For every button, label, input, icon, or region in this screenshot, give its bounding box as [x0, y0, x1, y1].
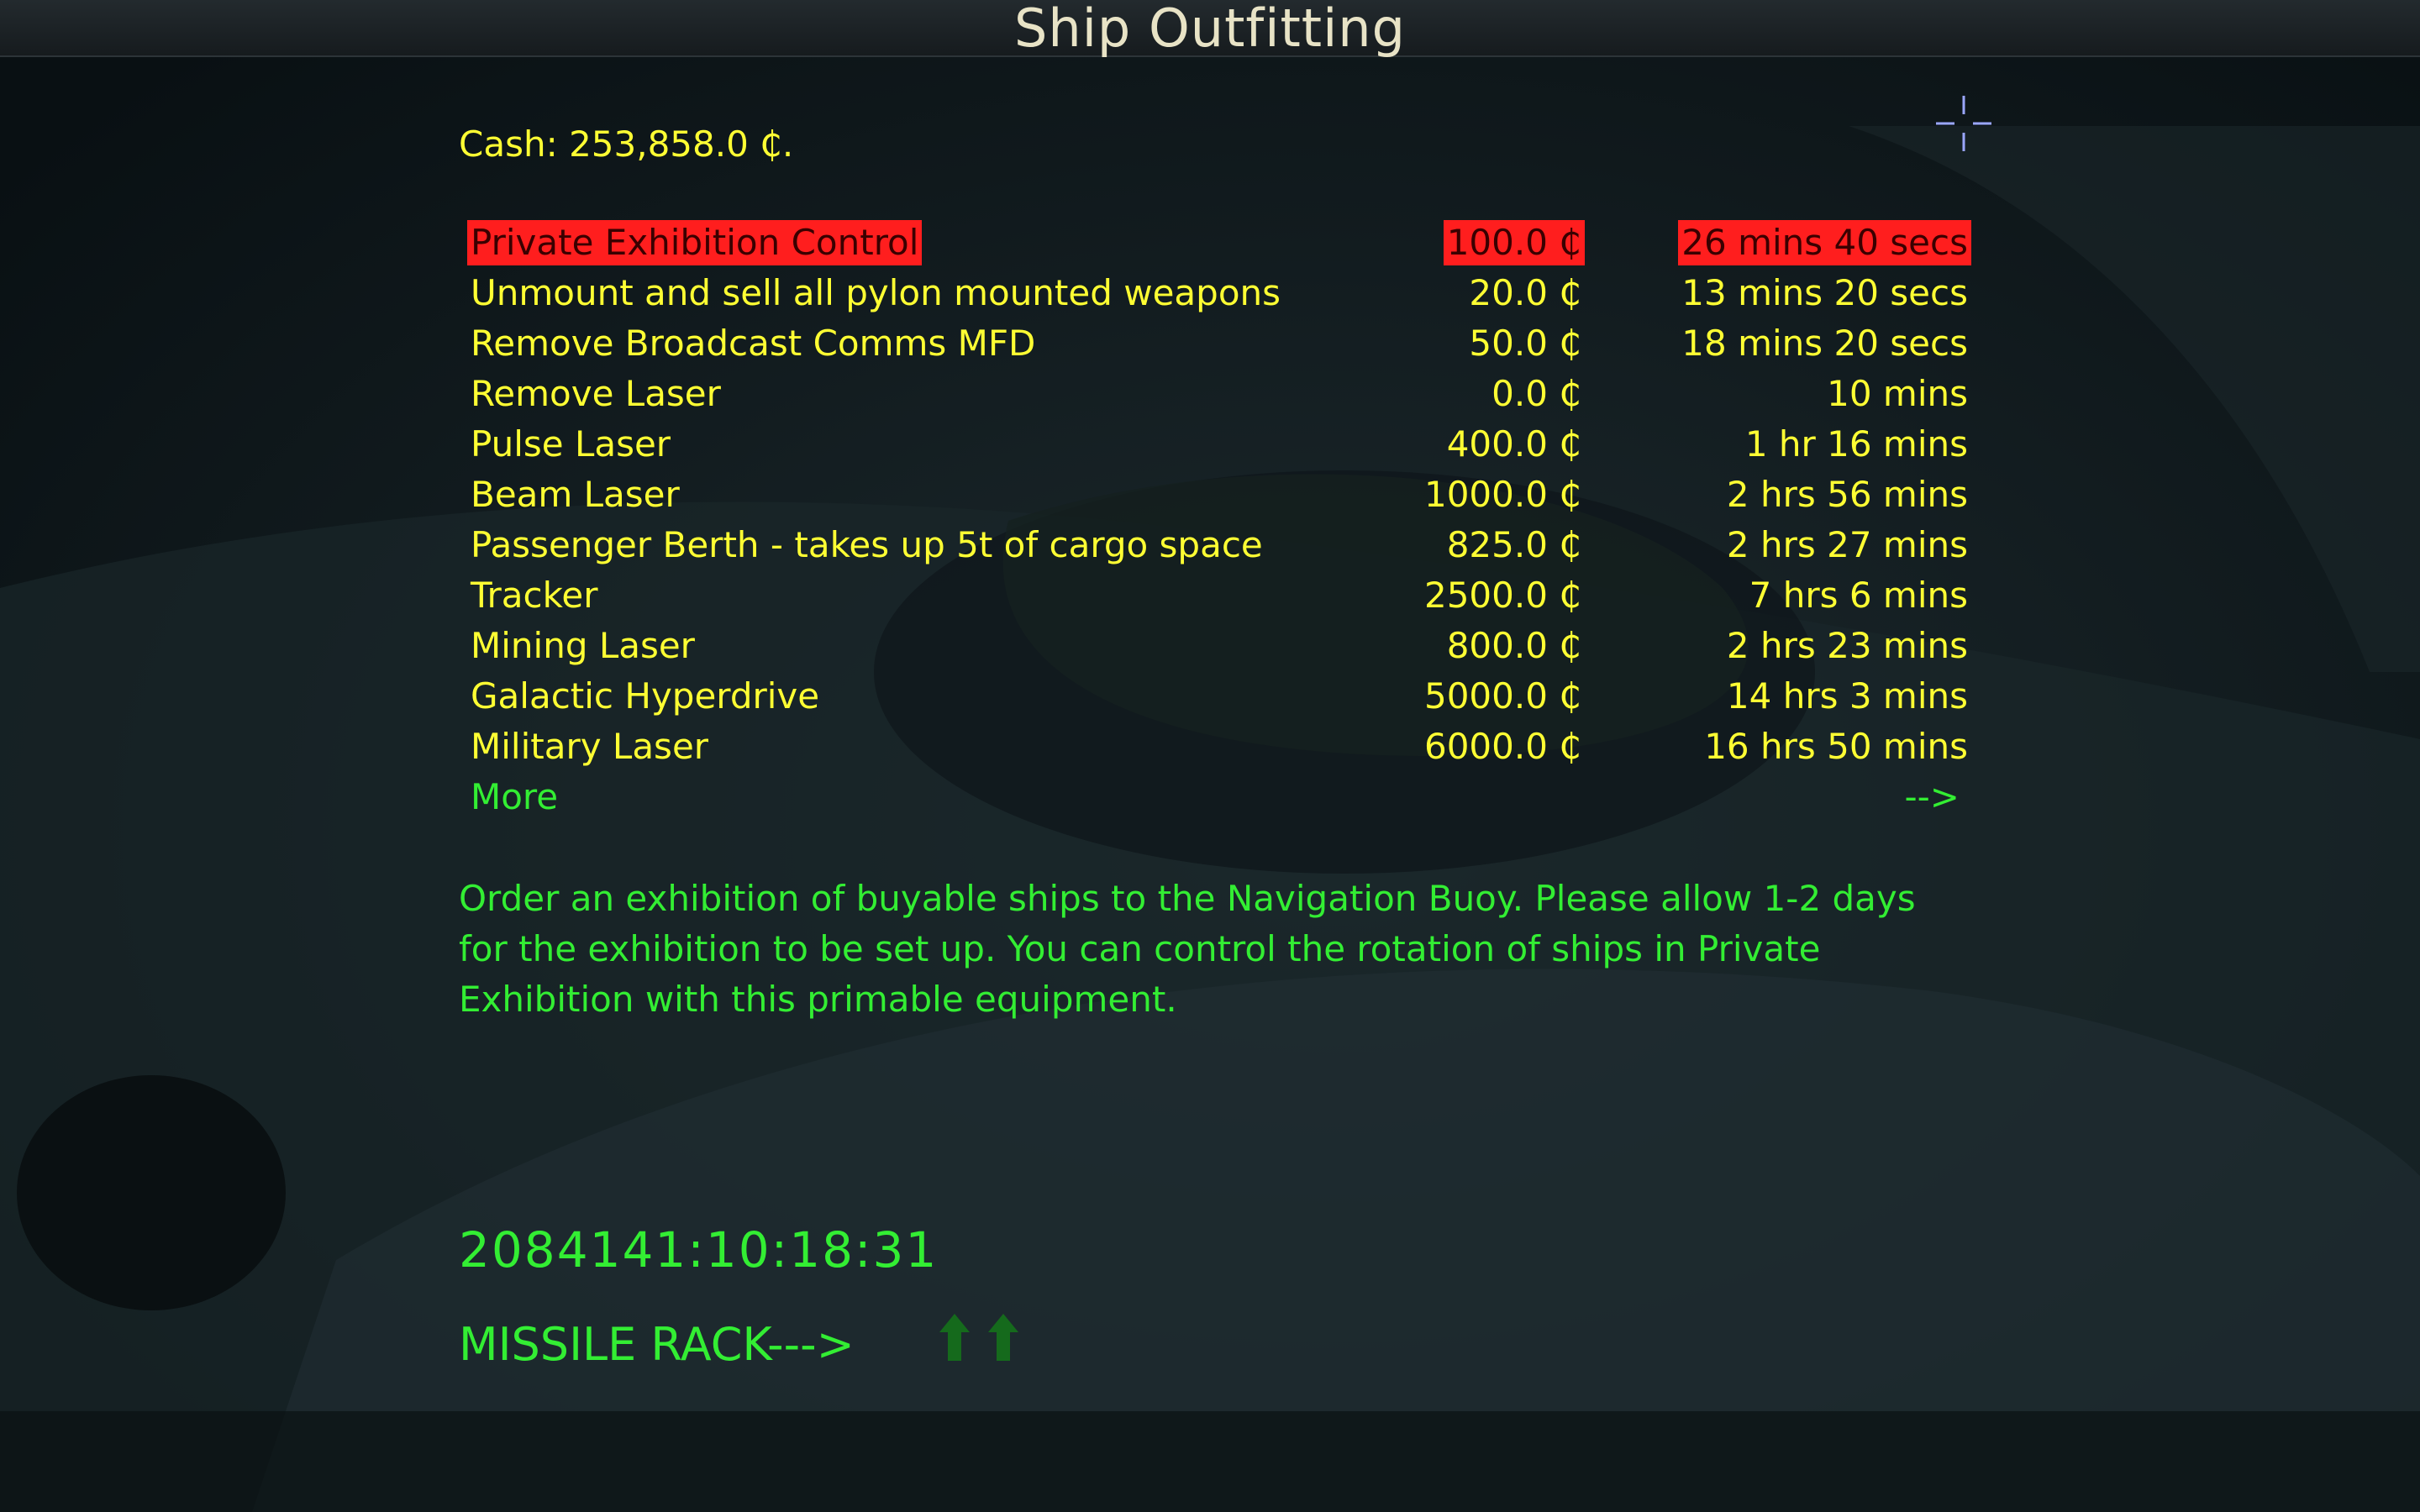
equipment-name: Unmount and sell all pylon mounted weapo…: [471, 272, 1281, 313]
equipment-price: 0.0 ₵: [1491, 373, 1581, 414]
item-description: Order an exhibition of buyable ships to …: [459, 878, 1916, 1020]
equipment-row[interactable]: Tracker 2500.0 ₵ 7 hrs 6 mins: [467, 573, 1971, 623]
equipment-fit-time: 2 hrs 27 mins: [1726, 524, 1968, 565]
equipment-name: Beam Laser: [471, 474, 680, 515]
equipment-price: 20.0 ₵: [1469, 272, 1581, 313]
equipment-fit-time: 2 hrs 56 mins: [1726, 474, 1968, 515]
equipment-price: 5000.0 ₵: [1423, 675, 1581, 717]
equipment-fit-time: 1 hr 16 mins: [1744, 423, 1968, 465]
equipment-price: 2500.0 ₵: [1423, 575, 1581, 616]
equipment-price: 100.0 ₵: [1443, 220, 1585, 265]
crosshair-icon: [1936, 96, 1991, 151]
equipment-fit-time: 18 mins 20 secs: [1681, 323, 1968, 364]
equipment-name: Pulse Laser: [471, 423, 671, 465]
equipment-price: 6000.0 ₵: [1423, 726, 1581, 767]
title-bar: Ship Outfitting: [0, 0, 2420, 57]
window-title: Ship Outfitting: [1014, 0, 1406, 59]
equipment-price: 400.0 ₵: [1446, 423, 1581, 465]
equipment-name: Galactic Hyperdrive: [471, 675, 820, 717]
equipment-fit-time: 7 hrs 6 mins: [1749, 575, 1968, 616]
cash-balance: Cash: 253,858.0 ₵.: [459, 123, 794, 165]
game-clock: 2084141:10:18:31: [459, 1221, 939, 1278]
missile-rack-button[interactable]: MISSILE RACK--->: [459, 1317, 855, 1373]
next-page-arrow[interactable]: -->: [1904, 774, 1960, 820]
equipment-row[interactable]: Beam Laser 1000.0 ₵ 2 hrs 56 mins: [467, 472, 1971, 522]
more-link[interactable]: More: [467, 774, 561, 820]
equipment-list: Private Exhibition Control 100.0 ₵ 26 mi…: [467, 220, 1971, 825]
equipment-fit-time: 16 hrs 50 mins: [1704, 726, 1968, 767]
equipment-fit-time: 2 hrs 23 mins: [1726, 625, 1968, 666]
equipment-fit-time: 10 mins: [1827, 373, 1968, 414]
equipment-price: 800.0 ₵: [1446, 625, 1581, 666]
more-row[interactable]: More -->: [467, 774, 1971, 825]
equipment-name: Military Laser: [471, 726, 709, 767]
equipment-row[interactable]: Pulse Laser 400.0 ₵ 1 hr 16 mins: [467, 422, 1971, 472]
equipment-row[interactable]: Passenger Berth - takes up 5t of cargo s…: [467, 522, 1971, 573]
equipment-fit-time: 26 mins 40 secs: [1678, 220, 1971, 265]
equipment-name: Remove Broadcast Comms MFD: [471, 323, 1036, 364]
equipment-row[interactable]: Mining Laser 800.0 ₵ 2 hrs 23 mins: [467, 623, 1971, 674]
equipment-name: Remove Laser: [471, 373, 721, 414]
equipment-fit-time: 13 mins 20 secs: [1681, 272, 1968, 313]
equipment-row[interactable]: Remove Broadcast Comms MFD 50.0 ₵ 18 min…: [467, 321, 1971, 371]
equipment-row[interactable]: Unmount and sell all pylon mounted weapo…: [467, 270, 1971, 321]
equipment-row[interactable]: Private Exhibition Control 100.0 ₵ 26 mi…: [467, 220, 1971, 270]
up-arrows-icon: [939, 1314, 1018, 1361]
equipment-row[interactable]: Remove Laser 0.0 ₵ 10 mins: [467, 371, 1971, 422]
equipment-fit-time: 14 hrs 3 mins: [1726, 675, 1968, 717]
equipment-name: Private Exhibition Control: [467, 220, 923, 265]
equipment-name: Mining Laser: [471, 625, 695, 666]
equipment-price: 50.0 ₵: [1469, 323, 1581, 364]
equipment-name: Tracker: [471, 575, 598, 616]
equipment-name: Passenger Berth - takes up 5t of cargo s…: [471, 524, 1263, 565]
equipment-row[interactable]: Military Laser 6000.0 ₵ 16 hrs 50 mins: [467, 724, 1971, 774]
equipment-row[interactable]: Galactic Hyperdrive 5000.0 ₵ 14 hrs 3 mi…: [467, 674, 1971, 724]
equipment-price: 1000.0 ₵: [1423, 474, 1581, 515]
equipment-price: 825.0 ₵: [1446, 524, 1581, 565]
